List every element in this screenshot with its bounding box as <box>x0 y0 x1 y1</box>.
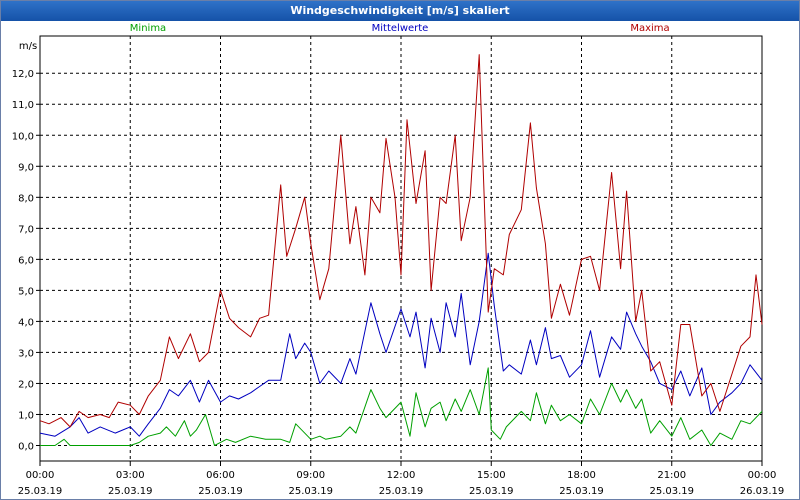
x-tick-time: 21:00 <box>657 470 686 481</box>
x-tick-time: 03:00 <box>116 470 145 481</box>
x-tick-time: 00:00 <box>26 470 55 481</box>
x-tick-time: 18:00 <box>567 470 596 481</box>
legend-entry-mittelwerte: Mittelwerte <box>372 23 429 34</box>
x-tick-time: 12:00 <box>387 470 416 481</box>
x-tick-date: 25.03.19 <box>18 486 63 497</box>
x-tick-date: 25.03.19 <box>108 486 153 497</box>
y-tick-label: 9,0 <box>18 162 34 173</box>
grid-lines <box>40 36 762 461</box>
x-tick-time: 09:00 <box>296 470 325 481</box>
y-tick-label: 1,0 <box>18 410 34 421</box>
x-tick-time: 15:00 <box>477 470 506 481</box>
x-tick-date: 26.03.19 <box>740 486 785 497</box>
y-tick-label: 8,0 <box>18 193 34 204</box>
y-tick-label: 5,0 <box>18 286 34 297</box>
x-axis: 00:00 25.03.19 03:00 25.03.19 06:00 25.03.19 0… <box>18 461 785 497</box>
x-tick-date: 25.03.19 <box>559 486 604 497</box>
x-tick-date: 25.03.19 <box>649 486 694 497</box>
x-tick-time: 06:00 <box>206 470 235 481</box>
legend: Minima Mittelwerte Maxima <box>130 23 670 34</box>
x-tick-date: 25.03.19 <box>469 486 514 497</box>
x-tick-date: 25.03.19 <box>379 486 424 497</box>
y-tick-label: 7,0 <box>18 224 34 235</box>
y-tick-label: 12,0 <box>12 69 34 80</box>
x-tick-time: 00:00 <box>748 470 777 481</box>
legend-entry-maxima: Maxima <box>630 23 669 34</box>
x-tick-date: 25.03.19 <box>288 486 333 497</box>
y-tick-label: 11,0 <box>12 100 34 111</box>
y-axis-label: m/s <box>19 41 37 52</box>
y-tick-label: 2,0 <box>18 379 34 390</box>
y-axis: 0,0 1,0 2,0 3,0 4,0 5,0 6,0 7,0 8,0 9,0 10,0 11,0 12… <box>12 69 40 452</box>
y-tick-label: 3,0 <box>18 348 34 359</box>
y-tick-label: 6,0 <box>18 255 34 266</box>
x-tick-date: 25.03.19 <box>198 486 243 497</box>
y-tick-label: 4,0 <box>18 317 34 328</box>
y-tick-label: 0,0 <box>18 441 34 452</box>
y-tick-label: 10,0 <box>12 131 34 142</box>
chart-canvas: 0,0 1,0 2,0 3,0 4,0 5,0 6,0 7,0 8,0 9,0 10,0 11,0 12… <box>12 23 785 497</box>
legend-entry-minima: Minima <box>130 23 166 34</box>
